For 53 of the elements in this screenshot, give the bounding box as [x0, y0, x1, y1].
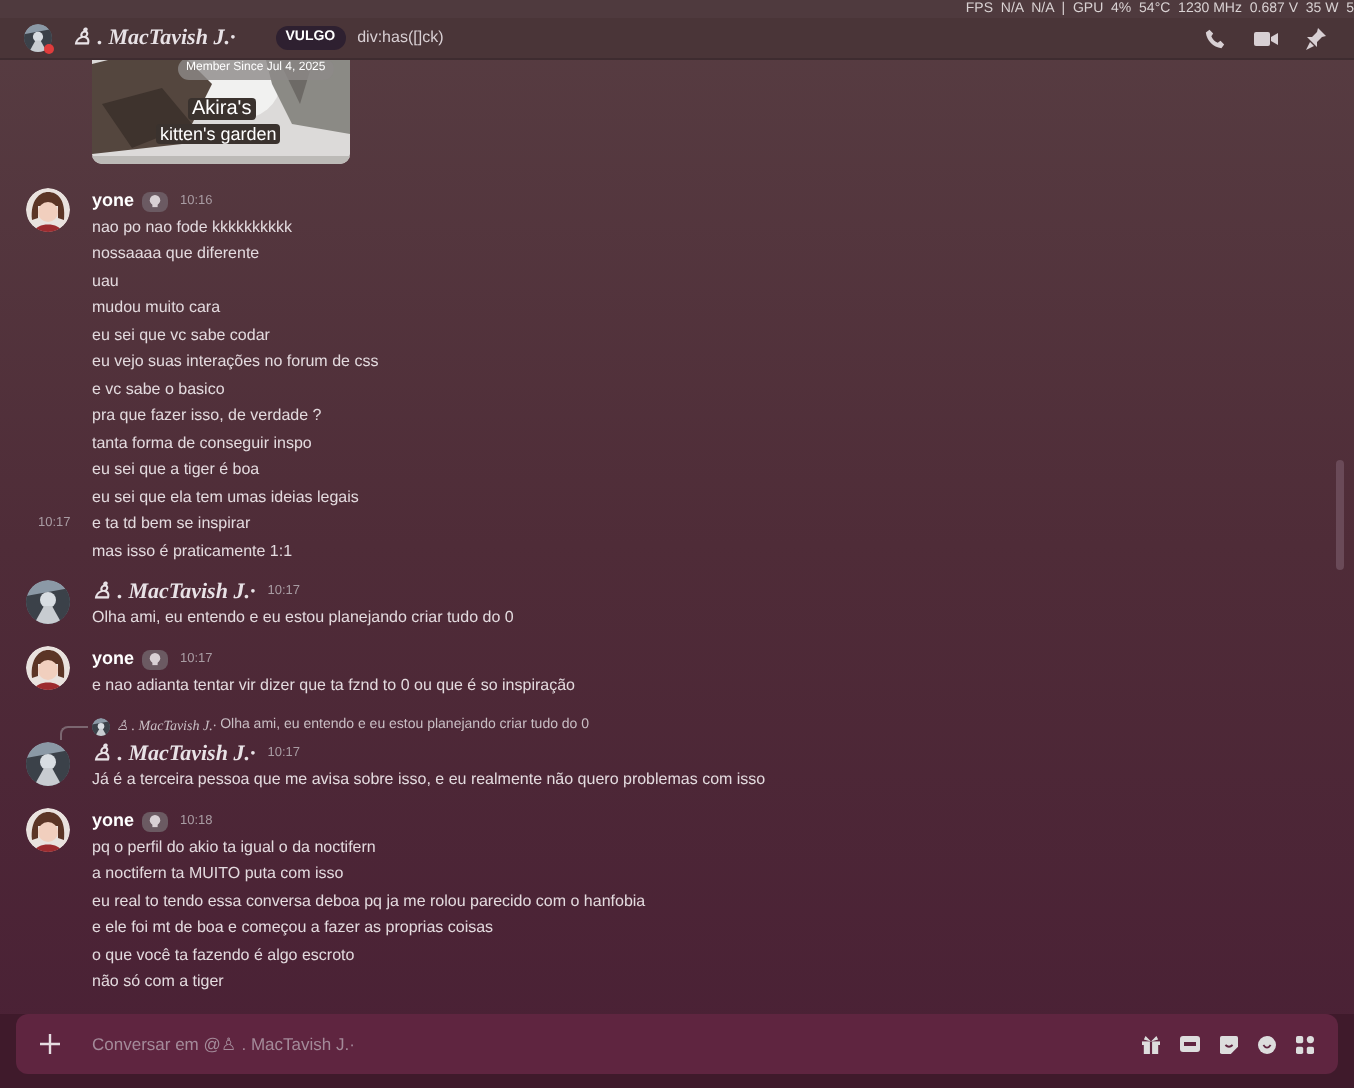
message-text: e nao adianta tentar vir dizer que ta fznd to 0 ou que é so inspiração	[92, 675, 575, 696]
message-text: o que você ta fazendo é algo escroto	[92, 945, 355, 966]
message-text: a noctifern ta MUITO puta com isso	[92, 864, 344, 885]
message-text: mudou muito cara	[92, 298, 221, 319]
skull-tag-icon	[142, 811, 169, 831]
apps-icon[interactable]	[1296, 1035, 1314, 1053]
channel-name: ♙ . MacTavish J.·	[72, 23, 236, 54]
message-text: eu sei que a tiger é boa	[92, 460, 260, 481]
message-text: Já é a terceira pessoa que me avisa sobre isso, e eu realmente não quero problemas com isso	[92, 770, 766, 791]
message-text: eu real to tendo essa conversa deboa pq ja me rolou parecido com o hanfobia	[92, 891, 646, 912]
message-text: Olha ami, eu entendo e eu estou planejando criar tudo do 0	[92, 608, 514, 629]
message-composer[interactable]: Conversar em @♙ . MacTavish J.·	[16, 1014, 1338, 1074]
avatar[interactable]	[26, 579, 70, 623]
pin-icon[interactable]	[1306, 27, 1326, 49]
author-name[interactable]: ♙ . MacTavish J.·	[92, 737, 256, 771]
gift-icon[interactable]	[1142, 1035, 1160, 1053]
status-text: div:has([]ck)	[357, 26, 444, 50]
author-name[interactable]: ♙ . MacTavish J.·	[92, 575, 256, 609]
avatar[interactable]	[26, 741, 70, 785]
skull-tag-icon	[142, 191, 169, 211]
avatar[interactable]	[26, 646, 70, 690]
gif-icon[interactable]	[1180, 1036, 1200, 1052]
message-text: nossaaaa que diferente	[92, 244, 260, 265]
avatar[interactable]	[24, 24, 52, 52]
message-text: nao po nao fode kkkkkkkkkk	[92, 217, 293, 238]
author-name[interactable]: yone	[92, 645, 135, 673]
avatar[interactable]	[26, 188, 70, 232]
message-text: não só com a tiger	[92, 972, 224, 993]
avatar[interactable]	[92, 717, 110, 735]
video-camera-icon[interactable]	[1254, 29, 1278, 47]
profile-title: Akira's	[188, 98, 256, 120]
scrollbar-thumb[interactable]	[1336, 460, 1344, 570]
message-text: e ta td bem se inspirar	[92, 514, 251, 535]
reply-connector	[60, 725, 88, 739]
message-text: eu sei que vc sabe codar	[92, 325, 270, 346]
message-text: uau	[92, 271, 119, 292]
message-text: e ele foi mt de boa e começou a fazer as proprias coisas	[92, 918, 494, 939]
profile-subtitle: kitten's garden	[156, 124, 281, 144]
avatar[interactable]	[26, 808, 70, 852]
message-text: eu sei que ela tem umas ideias legais	[92, 487, 359, 508]
author-name[interactable]: yone	[92, 807, 135, 835]
message-text: e vc sabe o basico	[92, 379, 225, 400]
message-text: pra que fazer isso, de verdade ?	[92, 406, 322, 427]
phone-icon[interactable]	[1204, 27, 1226, 49]
plus-icon[interactable]	[40, 1034, 60, 1054]
emoji-icon[interactable]	[1258, 1035, 1276, 1053]
message-text: mas isso é praticamente 1:1	[92, 541, 293, 562]
sticker-icon[interactable]	[1220, 1035, 1238, 1053]
message-text: pq o perfil do akio ta igual o da noctifern	[92, 837, 376, 858]
message-text: eu vejo suas interações no forum de css	[92, 352, 379, 373]
skull-tag-icon	[142, 649, 169, 669]
author-name[interactable]: yone	[92, 187, 135, 215]
message-text: tanta forma de conseguir inspo	[92, 433, 312, 454]
